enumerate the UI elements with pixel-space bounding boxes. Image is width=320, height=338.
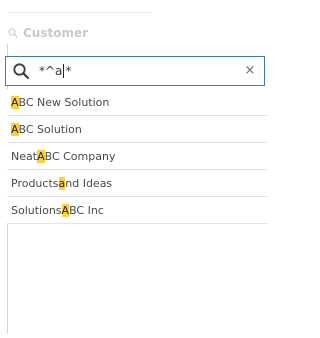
search-query[interactable]: *^a *	[39, 64, 71, 78]
results-list: A BC New Solution A BC Solution Neat A BC C…	[7, 89, 268, 224]
field-header: Customer	[8, 24, 88, 42]
list-item-text: Solutions	[11, 203, 62, 217]
list-item-text: BC New Solution	[18, 95, 110, 109]
match-highlight: A	[37, 149, 45, 163]
search-icon	[8, 28, 18, 38]
search-input[interactable]: *^a * ×	[5, 56, 265, 86]
list-item-text: BC Solution	[18, 122, 82, 136]
list-item-text: BC Company	[44, 149, 116, 163]
close-icon[interactable]: ×	[243, 64, 257, 78]
search-query-after-caret: *	[65, 64, 72, 78]
match-highlight: A	[61, 203, 70, 217]
list-item-text: Neat	[11, 149, 38, 163]
customer-filter-pane: Customer *^a * × A BC New Solution A BC Sol…	[0, 0, 268, 338]
list-item-text: BC Inc	[69, 203, 104, 217]
search-icon	[13, 63, 30, 80]
list-item[interactable]: A BC Solution	[7, 116, 268, 143]
list-item[interactable]: Solutions A BC Inc	[7, 197, 268, 224]
list-item[interactable]: Neat A BC Company	[7, 143, 268, 170]
list-item-text: Products	[11, 176, 59, 190]
search-query-before-caret: *^a	[39, 64, 63, 78]
match-highlight: A	[11, 95, 19, 109]
list-item-text: nd Ideas	[65, 176, 113, 190]
field-title: Customer	[23, 26, 89, 40]
text-caret	[63, 64, 65, 78]
list-item[interactable]: Products a nd Ideas	[7, 170, 268, 197]
match-highlight: A	[11, 122, 19, 136]
list-item[interactable]: A BC New Solution	[7, 89, 268, 116]
match-highlight: a	[58, 176, 66, 190]
divider	[8, 12, 152, 13]
